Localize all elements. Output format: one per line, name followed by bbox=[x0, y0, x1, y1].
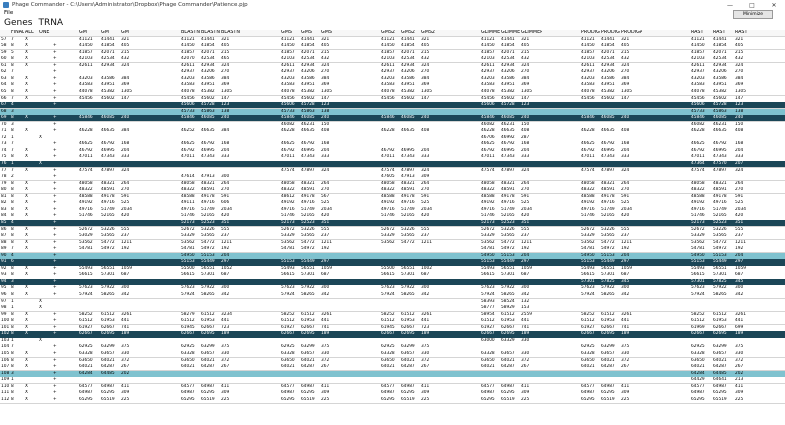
app-icon bbox=[3, 2, 9, 8]
minimize-icon[interactable]: — bbox=[719, 0, 741, 10]
table-row[interactable]: 80 8 X +48322 48591 270 48322 48591 270 48322 4859… bbox=[0, 187, 785, 194]
gene-table[interactable]: FINAL CALALLONEGMGMGMBLASTNBLASTNBLASTNG… bbox=[0, 30, 785, 425]
table-row[interactable]: 110 8 X +64577 64987 411 64577 64987 411 64577 649… bbox=[0, 383, 785, 391]
table-row[interactable]: 65 8 X +44078 45382 1305 44078 45382 1305 44078 45… bbox=[0, 88, 785, 96]
menu-file[interactable]: File bbox=[4, 10, 13, 16]
table-row[interactable]: 60 8 X +42103 42534 432 42070 42534 465 42103 4253… bbox=[0, 56, 785, 63]
minimize-button[interactable]: Minimize bbox=[733, 10, 773, 19]
window-title: Phage Commander - C:\Users\Administrator… bbox=[12, 2, 248, 8]
tab-genes[interactable]: Genes bbox=[4, 18, 32, 29]
table-row[interactable]: 112 8 X +65295 65519 225 65295 65519 225 65295 655… bbox=[0, 396, 785, 404]
tab-bar: Genes TRNA bbox=[4, 18, 69, 29]
table-row[interactable]: 105 8 X +63328 63657 330 63328 63657 330 63328 636… bbox=[0, 350, 785, 358]
tab-trna[interactable]: TRNA bbox=[38, 18, 63, 29]
maximize-icon[interactable]: □ bbox=[741, 0, 763, 10]
menu-bar: File bbox=[0, 10, 785, 18]
close-icon[interactable]: ✕ bbox=[763, 0, 785, 10]
table-row[interactable]: 90 4 +54950 55153 204 54950 55153 204 54950 55153… bbox=[0, 252, 785, 260]
table-row[interactable]: 70 3 +46082 46231 150 46082 46231 150 46082 46231… bbox=[0, 121, 785, 129]
table-row[interactable]: 75 8 X +47011 47343 333 47011 47343 333 47011 4734… bbox=[0, 154, 785, 161]
table-row[interactable]: 100 8 X +61512 61953 441 61512 61953 441 61512 619… bbox=[0, 318, 785, 325]
table-row[interactable]: 95 8 X +57623 57922 300 57623 57922 300 57623 5792… bbox=[0, 285, 785, 292]
title-bar: Phage Commander - C:\Users\Administrator… bbox=[0, 0, 785, 10]
table-row[interactable]: 85 4 +52173 52523 351 52173 52523 351 52173 52523… bbox=[0, 219, 785, 227]
